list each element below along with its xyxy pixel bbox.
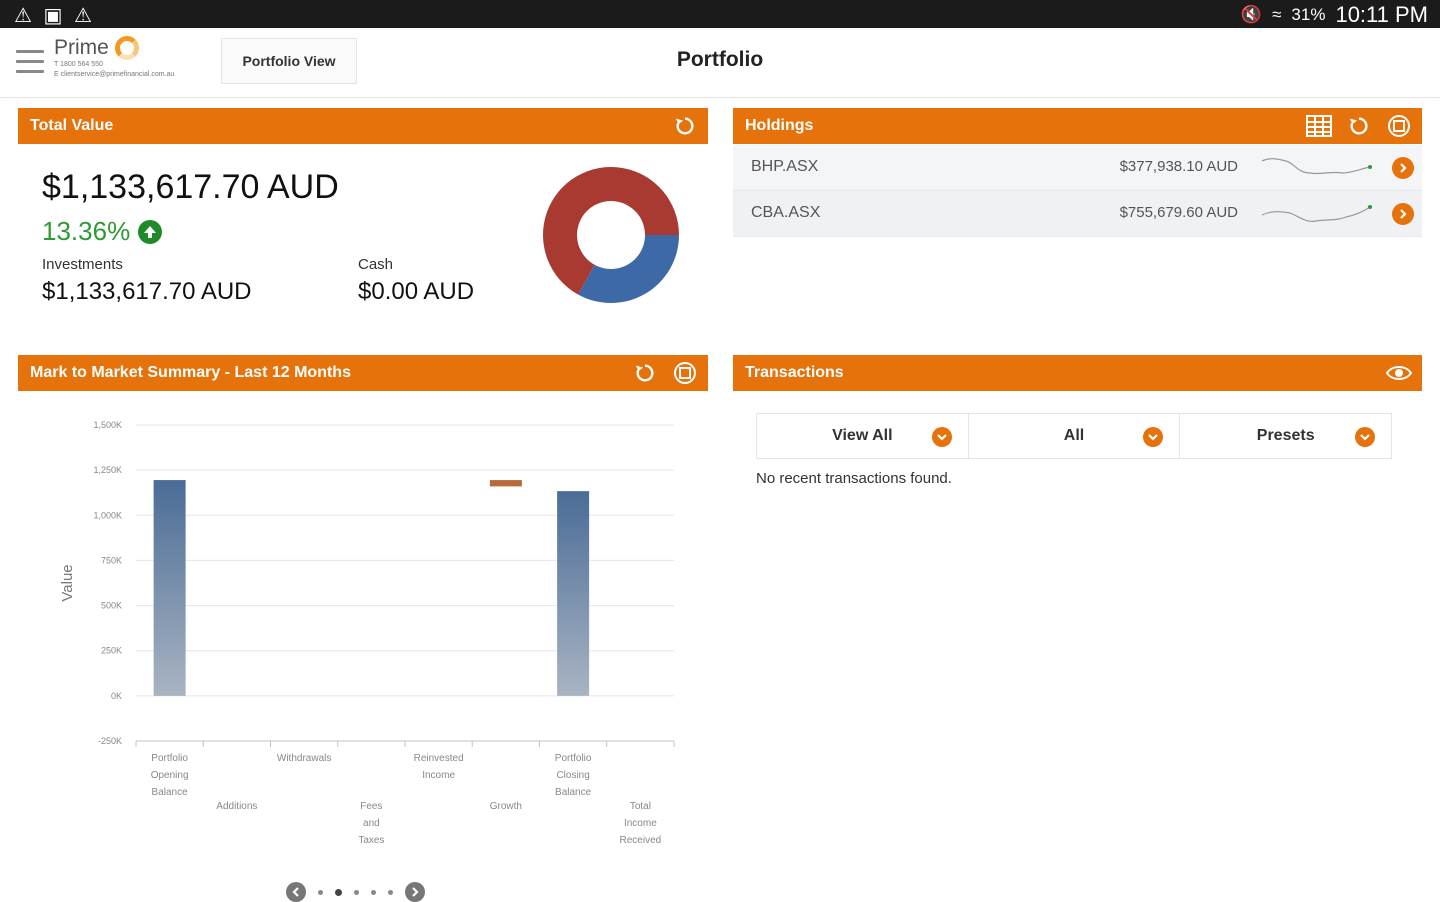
y-axis-label: Value bbox=[59, 564, 76, 601]
investments-value: $1,133,617.70 AUD bbox=[42, 278, 252, 305]
x-tick-label: Opening bbox=[151, 770, 189, 781]
x-tick-label: Received bbox=[620, 835, 662, 846]
mute-icon: 🔇 bbox=[1240, 5, 1263, 24]
pager-dot[interactable] bbox=[354, 889, 359, 895]
arrow-up-icon bbox=[138, 219, 163, 244]
chevron-down-icon bbox=[1143, 427, 1164, 447]
x-tick-label: Portfolio bbox=[555, 753, 592, 764]
holding-row[interactable]: BHP.ASX $377,938.10 AUD bbox=[733, 145, 1422, 191]
y-tick-label: 0K bbox=[111, 691, 122, 701]
y-tick-label: 250K bbox=[101, 646, 122, 656]
mtm-chart: -250K 0K 250K 500K 750K 1,000K 1,250K 1,500K Val… bbox=[40, 405, 700, 870]
pager-dot[interactable] bbox=[335, 888, 342, 896]
image-icon: ▣ bbox=[43, 5, 63, 27]
app-bar: Prime T 1800 564 550 E clientservice@pri… bbox=[0, 28, 1440, 98]
x-tick-label: Closing bbox=[556, 770, 589, 781]
refresh-icon[interactable] bbox=[1346, 113, 1372, 139]
pager-dot[interactable] bbox=[371, 889, 376, 895]
y-tick-label: 500K bbox=[101, 601, 122, 611]
total-value-amount: $1,133,617.70 AUD bbox=[42, 168, 339, 206]
x-tick-label: Additions bbox=[216, 801, 257, 812]
collapse-icon[interactable] bbox=[1386, 113, 1412, 139]
x-tick-label: Reinvested bbox=[414, 753, 464, 764]
grid-icon[interactable] bbox=[1306, 113, 1332, 139]
x-tick-label: and bbox=[363, 818, 380, 829]
y-tick-label: 750K bbox=[101, 555, 122, 565]
holdings-list: BHP.ASX $377,938.10 AUD CBA.ASX $755,679… bbox=[733, 145, 1422, 237]
holding-value: $755,679.60 AUD bbox=[1119, 204, 1238, 221]
x-tick-label: Withdrawals bbox=[277, 753, 331, 764]
chevron-right-icon[interactable] bbox=[405, 882, 425, 902]
cash-value: $0.00 AUD bbox=[358, 278, 475, 305]
transactions-header: Transactions bbox=[733, 355, 1422, 391]
x-tick-label: Balance bbox=[152, 787, 189, 798]
x-tick-label: Balance bbox=[555, 787, 592, 798]
cash-label: Cash bbox=[358, 256, 394, 273]
chevron-down-icon bbox=[931, 427, 952, 447]
y-tick-label: 1,500K bbox=[93, 420, 122, 430]
holdings-title: Holdings bbox=[745, 117, 814, 134]
holdings-header: Holdings bbox=[733, 108, 1422, 144]
collapse-icon[interactable] bbox=[672, 360, 698, 386]
pager-dot[interactable] bbox=[318, 889, 323, 895]
holding-name: CBA.ASX bbox=[751, 204, 821, 221]
total-value-header: Total Value bbox=[18, 108, 708, 144]
eye-icon[interactable] bbox=[1386, 360, 1412, 386]
y-tick-label: -250K bbox=[98, 736, 122, 746]
chart-pager bbox=[286, 882, 425, 902]
page-title: Portfolio bbox=[676, 48, 764, 71]
donut-slice-blue bbox=[578, 235, 679, 303]
x-tick-label: Growth bbox=[490, 801, 522, 812]
mtm-title: Mark to Market Summary - Last 12 Months bbox=[30, 364, 351, 381]
x-tick-label: Income bbox=[422, 770, 455, 781]
wifi-icon: ≈ bbox=[1272, 5, 1282, 24]
chevron-right-icon[interactable] bbox=[1392, 203, 1414, 225]
x-tick-label: Total bbox=[630, 801, 651, 812]
x-tick-label: Income bbox=[624, 818, 657, 829]
warning-icon: ⚠ bbox=[74, 5, 92, 27]
change-percent-value: 13.36% bbox=[42, 216, 131, 246]
transaction-filters: View All All Presets bbox=[756, 413, 1392, 459]
status-bar: ⚠ ▣ ⚠ 🔇 ≈ 31% 10:11 PM bbox=[0, 0, 1440, 28]
chart-bar-growth bbox=[489, 480, 522, 487]
change-percent: 13.36% bbox=[42, 216, 163, 247]
x-tick-label: Taxes bbox=[358, 835, 384, 846]
filter-label: All bbox=[1063, 427, 1085, 444]
chevron-down-icon bbox=[1355, 427, 1376, 447]
investments-label: Investments bbox=[42, 256, 123, 273]
y-tick-label: 1,000K bbox=[93, 510, 122, 520]
filter-presets[interactable]: Presets bbox=[1180, 414, 1392, 458]
no-transactions-message: No recent transactions found. bbox=[756, 470, 952, 487]
x-tick-label: Portfolio bbox=[151, 753, 188, 764]
chart-bar bbox=[557, 491, 590, 696]
filter-all[interactable]: All bbox=[968, 414, 1181, 458]
filter-label: View All bbox=[832, 427, 893, 444]
mtm-header: Mark to Market Summary - Last 12 Months bbox=[18, 355, 708, 391]
y-tick-label: 1,250K bbox=[93, 465, 122, 475]
filter-label: Presets bbox=[1256, 427, 1315, 444]
pager-dot[interactable] bbox=[388, 889, 393, 895]
x-tick-label: Fees bbox=[360, 801, 382, 812]
chart-bar bbox=[153, 480, 186, 696]
holding-row[interactable]: CBA.ASX $755,679.60 AUD bbox=[733, 191, 1422, 237]
chevron-left-icon[interactable] bbox=[286, 882, 306, 902]
sparkline bbox=[1261, 205, 1372, 222]
holding-name: BHP.ASX bbox=[751, 158, 819, 175]
battery-level: 31% bbox=[1291, 5, 1326, 24]
mtm-chart-svg: -250K 0K 250K 500K 750K 1,000K 1,250K 1,500K Val… bbox=[59, 420, 675, 846]
refresh-icon[interactable] bbox=[632, 360, 658, 386]
warning-icon: ⚠ bbox=[14, 5, 32, 27]
sparkline bbox=[1261, 158, 1372, 175]
chevron-right-icon[interactable] bbox=[1392, 157, 1414, 179]
filter-view-all[interactable]: View All bbox=[757, 414, 969, 458]
transactions-title: Transactions bbox=[745, 364, 844, 381]
allocation-donut bbox=[541, 165, 681, 310]
total-value-title: Total Value bbox=[30, 117, 114, 134]
refresh-icon[interactable] bbox=[672, 113, 698, 139]
holding-value: $377,938.10 AUD bbox=[1119, 158, 1238, 175]
clock: 10:11 PM bbox=[1335, 2, 1428, 27]
